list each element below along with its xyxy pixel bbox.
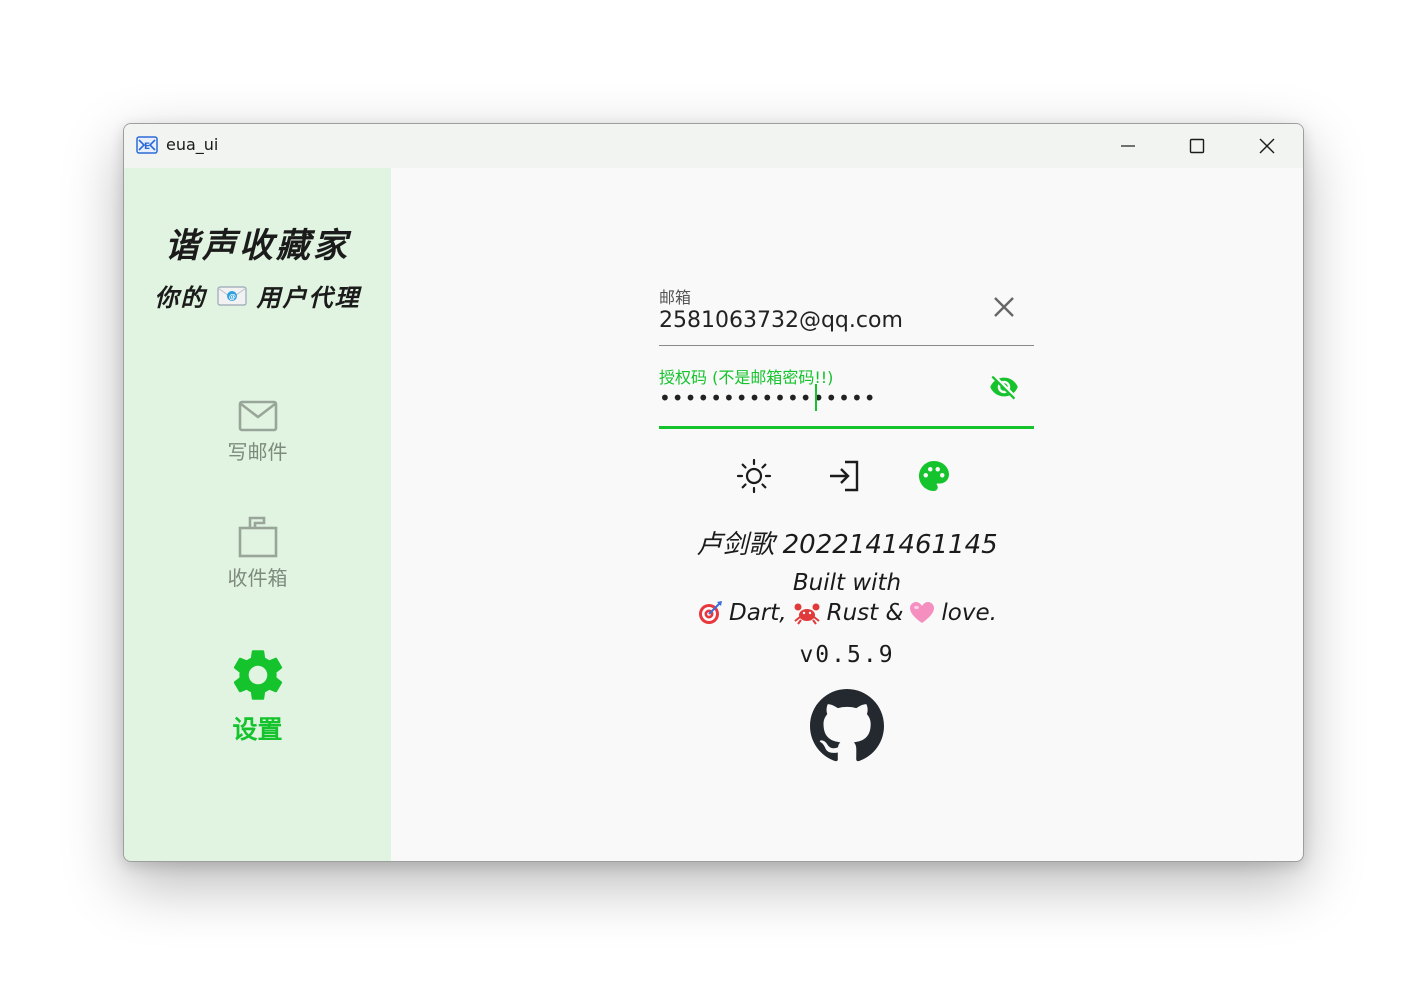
window-title: eua_ui <box>166 135 219 154</box>
visibility-off-icon[interactable] <box>986 372 1022 402</box>
settings-panel: 邮箱 2581063732@qq.com 授权码 (不是邮箱密码!!) ••••… <box>391 168 1303 861</box>
nav-item-settings[interactable]: 设置 <box>124 644 391 746</box>
maximize-icon <box>1189 138 1205 154</box>
nav-item-compose[interactable]: 写邮件 <box>124 400 391 465</box>
github-icon[interactable] <box>810 689 884 763</box>
minimize-button[interactable] <box>1093 124 1163 168</box>
built-with-tech: Dart, Rust & love. <box>391 600 1303 626</box>
rust-label: Rust & <box>826 600 904 626</box>
login-icon[interactable] <box>826 458 862 494</box>
email-emoji-icon: @ <box>216 285 247 307</box>
email-field[interactable]: 邮箱 2581063732@qq.com <box>659 284 1034 346</box>
nav-label-inbox: 收件箱 <box>227 566 288 590</box>
version-text: v0.5.9 <box>799 642 895 668</box>
svg-text:E: E <box>144 142 150 152</box>
love-label: love. <box>941 600 997 626</box>
crab-icon <box>793 603 820 625</box>
text-caret <box>815 384 817 411</box>
clear-icon[interactable] <box>991 294 1017 320</box>
dart-label: Dart, <box>729 600 787 626</box>
dart-target-icon <box>699 601 723 624</box>
app-window: E eua_ui 谐声收藏家 你的 @ 用户代理 写邮件 收件箱 设置 邮箱 2… <box>123 123 1304 862</box>
inbox-icon <box>238 516 277 558</box>
nav-item-inbox[interactable]: 收件箱 <box>124 516 391 591</box>
action-row <box>736 458 966 494</box>
brand-sub-right: 用户代理 <box>256 284 361 312</box>
svg-text:@: @ <box>229 293 238 301</box>
sidebar: 谐声收藏家 你的 @ 用户代理 写邮件 收件箱 设置 <box>124 168 391 861</box>
nav-label-settings: 设置 <box>232 715 283 744</box>
brand-subtitle: 你的 @ 用户代理 <box>124 278 391 313</box>
auth-code-input[interactable]: ••••••••••••••••• <box>659 386 877 410</box>
close-button[interactable] <box>1232 124 1302 168</box>
pink-heart-icon <box>910 602 935 623</box>
palette-icon[interactable] <box>916 458 952 494</box>
auth-code-underline <box>659 426 1034 429</box>
close-icon <box>1259 138 1275 154</box>
email-underline <box>659 345 1034 346</box>
nav-label-compose: 写邮件 <box>227 440 288 464</box>
built-with-text: Built with <box>792 570 902 596</box>
mail-icon <box>238 400 277 432</box>
minimize-icon <box>1121 145 1135 147</box>
auth-code-field[interactable]: 授权码 (不是邮箱密码!!) ••••••••••••••••• <box>659 364 1034 430</box>
title-bar[interactable]: E eua_ui <box>124 124 1303 168</box>
brand-sub-left: 你的 <box>154 284 207 312</box>
gear-icon <box>233 650 282 700</box>
brightness-icon[interactable] <box>736 458 772 494</box>
brand-title: 谐声收藏家 <box>165 226 350 266</box>
author-text: 卢剑歌 2022141461145 <box>696 530 998 560</box>
auth-code-label: 授权码 (不是邮箱密码!!) <box>659 368 834 387</box>
email-input[interactable]: 2581063732@qq.com <box>659 308 903 333</box>
maximize-button[interactable] <box>1162 124 1232 168</box>
envelope-app-icon: E <box>136 136 158 158</box>
email-label: 邮箱 <box>659 288 692 307</box>
